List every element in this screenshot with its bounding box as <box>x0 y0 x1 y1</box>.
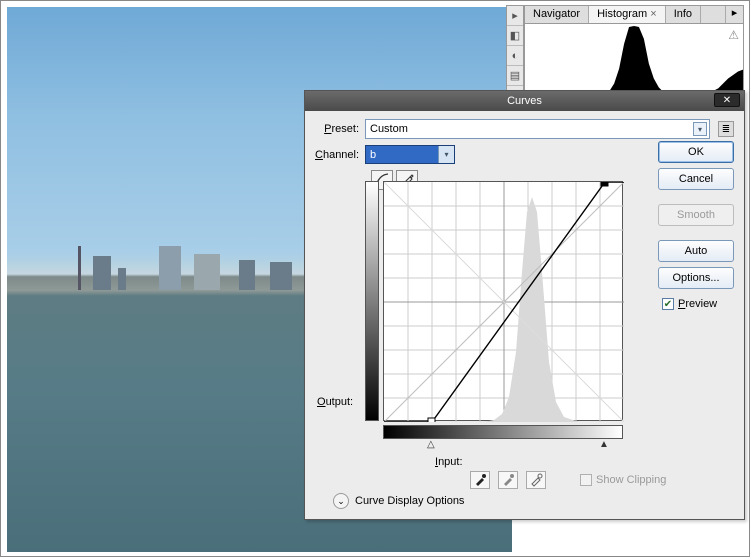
channel-select[interactable]: b ▾ <box>365 145 455 164</box>
eyedropper-group <box>470 471 546 489</box>
output-gradient-strip <box>365 181 379 421</box>
ok-button[interactable]: OK <box>658 141 734 163</box>
chevron-down-icon: ▾ <box>693 122 707 136</box>
dialog-title: Curves <box>507 95 542 107</box>
dock-tool-4[interactable]: ▤ <box>507 66 523 86</box>
cancel-button[interactable]: Cancel <box>658 168 734 190</box>
tab-navigator[interactable]: Navigator <box>525 6 589 23</box>
chevron-down-icon: ⌄ <box>333 493 349 509</box>
panel-group: ▸ ◧ ◐ ▤ Navigator Histogram × Info ▸ ⚠ <box>524 5 744 93</box>
tab-close-icon[interactable]: × <box>650 8 656 20</box>
black-point-slider[interactable]: △ <box>427 439 435 450</box>
options-button[interactable]: Options... <box>658 267 734 289</box>
tab-info[interactable]: Info <box>666 6 701 23</box>
panel-dock-toolbar: ▸ ◧ ◐ ▤ <box>506 5 524 93</box>
checkbox-icon <box>580 474 592 486</box>
dialog-titlebar[interactable]: Curves ✕ <box>305 91 744 111</box>
input-label: Input: <box>435 456 463 468</box>
curve-display-options-toggle[interactable]: ⌄ Curve Display Options <box>333 493 464 509</box>
smooth-button: Smooth <box>658 204 734 226</box>
show-clipping-checkbox: Show Clipping <box>580 474 666 486</box>
panel-menu-icon[interactable]: ▸ <box>725 6 743 23</box>
input-gradient-strip <box>383 425 623 439</box>
dock-tool-3[interactable]: ◐ <box>507 46 523 66</box>
curves-grid[interactable] <box>383 181 623 421</box>
gray-eyedropper-button[interactable] <box>498 471 518 489</box>
dock-tool-2[interactable]: ◧ <box>507 26 523 46</box>
auto-button[interactable]: Auto <box>658 240 734 262</box>
preset-select[interactable]: Custom ▾ <box>365 119 710 139</box>
white-point-slider[interactable]: ▲ <box>599 439 609 450</box>
curves-dialog: Curves ✕ Preset: Custom ▾ ≣ Channel: b ▾ <box>304 90 745 520</box>
tab-histogram[interactable]: Histogram × <box>589 6 666 23</box>
preset-label: Preset: <box>315 123 365 135</box>
preset-menu-icon[interactable]: ≣ <box>718 121 734 137</box>
preview-checkbox[interactable]: ✔ Preview <box>662 298 734 310</box>
checkbox-checked-icon: ✔ <box>662 298 674 310</box>
chevron-down-icon: ▾ <box>438 146 454 163</box>
histogram-panel: ⚠ <box>524 23 744 93</box>
dock-tool-1[interactable]: ▸ <box>507 6 523 26</box>
close-button[interactable]: ✕ <box>714 93 740 107</box>
white-eyedropper-button[interactable] <box>526 471 546 489</box>
panel-tabs: Navigator Histogram × Info ▸ <box>524 5 744 23</box>
histogram-graphic <box>525 24 743 93</box>
black-eyedropper-button[interactable] <box>470 471 490 489</box>
dialog-buttons: OK Cancel Smooth Auto Options... ✔ Previ… <box>658 141 734 310</box>
output-label: Output: <box>317 396 353 408</box>
channel-label: Channel: <box>315 149 365 161</box>
